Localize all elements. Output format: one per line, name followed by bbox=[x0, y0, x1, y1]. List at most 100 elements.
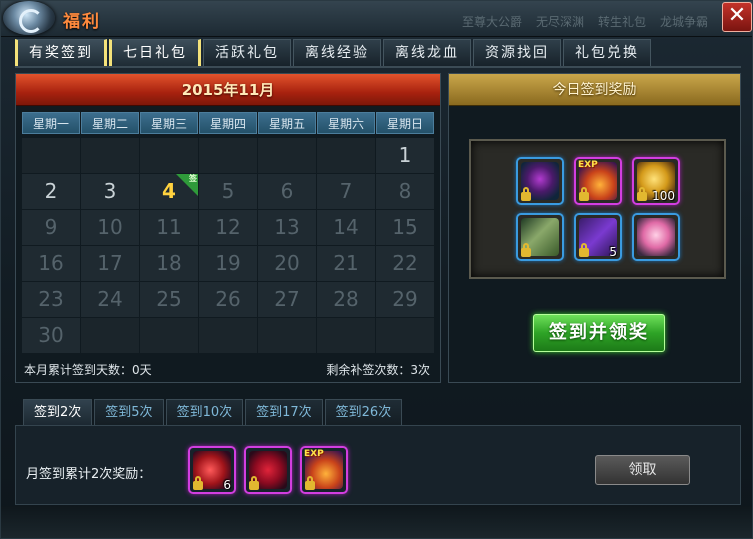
calendar-day[interactable]: 20 bbox=[258, 246, 316, 281]
reward-item-slot[interactable]: 6 bbox=[188, 446, 236, 494]
calendar-day[interactable]: 23 bbox=[22, 282, 80, 317]
calendar-day[interactable]: 11 bbox=[140, 210, 198, 245]
calendar-day[interactable]: 14 bbox=[317, 210, 375, 245]
monthly-sign-count: 本月累计签到天数：0天 bbox=[24, 363, 152, 377]
reward-item-slot[interactable] bbox=[516, 213, 564, 261]
item-quantity: 6 bbox=[223, 478, 231, 492]
main-tab[interactable]: 离线经验 bbox=[293, 39, 381, 66]
calendar-empty-cell bbox=[258, 318, 316, 353]
window-title: 福利 bbox=[63, 12, 101, 32]
cumulative-reward-panel: 月签到累计2次奖励： 6 EXP 领取 bbox=[15, 425, 741, 505]
calendar-panel: 2015年11月 星期一 星期二 星期三 星期四 星期五 星期六 星期日 1234签5678… bbox=[15, 73, 441, 383]
calendar-day[interactable]: 2 bbox=[22, 174, 80, 209]
calendar-empty-cell bbox=[376, 318, 434, 353]
calendar-day[interactable]: 8 bbox=[376, 174, 434, 209]
calendar-day[interactable]: 19 bbox=[199, 246, 257, 281]
background-tab[interactable]: 无尽深渊 bbox=[536, 13, 584, 30]
calendar-day[interactable]: 7 bbox=[317, 174, 375, 209]
calendar-day[interactable]: 16 bbox=[22, 246, 80, 281]
reward-item-slot[interactable] bbox=[244, 446, 292, 494]
daily-reward-items: EXP 100 5 bbox=[516, 157, 682, 261]
background-tab[interactable]: 转生礼包 bbox=[598, 13, 646, 30]
calendar-day[interactable]: 27 bbox=[258, 282, 316, 317]
reward-item-slot[interactable]: 100 bbox=[632, 157, 680, 205]
reward-item-slot[interactable] bbox=[516, 157, 564, 205]
weekday-label: 星期六 bbox=[317, 112, 375, 134]
close-button[interactable]: ✕ bbox=[722, 2, 752, 32]
reward-item-slot[interactable]: EXP bbox=[300, 446, 348, 494]
lock-icon bbox=[305, 476, 315, 490]
background-tab[interactable]: 至尊大公爵 bbox=[462, 13, 522, 30]
calendar-day[interactable]: 13 bbox=[258, 210, 316, 245]
calendar-month-title: 2015年11月 bbox=[16, 74, 440, 106]
exp-tag: EXP bbox=[578, 160, 598, 170]
calendar-day[interactable]: 18 bbox=[140, 246, 198, 281]
calendar-day[interactable]: 1 bbox=[376, 138, 434, 173]
cumulative-tab[interactable]: 签到5次 bbox=[94, 399, 164, 426]
calendar-empty-cell bbox=[258, 138, 316, 173]
remaining-makeup-count: 剩余补签次数：3次 bbox=[326, 363, 430, 377]
calendar-day[interactable]: 21 bbox=[317, 246, 375, 281]
weekday-label: 星期日 bbox=[376, 112, 434, 134]
exp-tag: EXP bbox=[304, 449, 324, 459]
calendar-day[interactable]: 28 bbox=[317, 282, 375, 317]
main-tab[interactable]: 活跃礼包 bbox=[203, 39, 291, 66]
calendar-empty-cell bbox=[81, 138, 139, 173]
background-tabs: 至尊大公爵 无尽深渊 转生礼包 龙城争霸 bbox=[462, 13, 708, 30]
weekday-label: 星期三 bbox=[140, 112, 198, 134]
calendar-day[interactable]: 25 bbox=[140, 282, 198, 317]
daily-reward-box: EXP 100 5 bbox=[469, 139, 726, 279]
calendar-days-grid: 1 2 3 4 签 5 6 7 8 9 10 11 12 13 14 15 16 17 18 19 20 21 22 23 24… bbox=[22, 138, 434, 353]
calendar-empty-cell bbox=[81, 318, 139, 353]
calendar-day[interactable]: 10 bbox=[81, 210, 139, 245]
calendar-empty-cell bbox=[317, 318, 375, 353]
lock-icon bbox=[579, 187, 589, 201]
cumulative-tab[interactable]: 签到17次 bbox=[245, 399, 323, 426]
calendar-day-today[interactable]: 4签 bbox=[140, 174, 198, 209]
cumulative-tab[interactable]: 签到10次 bbox=[165, 399, 244, 426]
cumulative-tab-bar: 签到2次 签到5次 签到10次 签到17次 签到26次 bbox=[23, 399, 403, 426]
background-tab[interactable]: 龙城争霸 bbox=[660, 13, 708, 30]
calendar-day[interactable]: 15 bbox=[376, 210, 434, 245]
cumulative-reward-items: 6 EXP bbox=[188, 446, 348, 494]
cumulative-tab[interactable]: 签到2次 bbox=[23, 399, 93, 426]
reward-item-slot[interactable]: EXP bbox=[574, 157, 622, 205]
calendar-empty-cell bbox=[317, 138, 375, 173]
main-tab[interactable]: 资源找回 bbox=[473, 39, 561, 66]
calendar-day[interactable]: 29 bbox=[376, 282, 434, 317]
sign-and-claim-button[interactable]: 签到并领奖 bbox=[533, 314, 665, 352]
calendar-day[interactable]: 30 bbox=[22, 318, 80, 353]
cumulative-tab[interactable]: 签到26次 bbox=[324, 399, 403, 426]
game-logo-icon bbox=[3, 1, 55, 35]
cumulative-reward-label: 月签到累计2次奖励： bbox=[26, 467, 152, 482]
calendar-day[interactable]: 22 bbox=[376, 246, 434, 281]
main-tab[interactable]: 离线龙血 bbox=[383, 39, 471, 66]
main-tab[interactable]: 有奖签到 bbox=[15, 39, 107, 66]
calendar-day[interactable]: 5 bbox=[199, 174, 257, 209]
title-bar: 福利 至尊大公爵 无尽深渊 转生礼包 龙城争霸 ✕ bbox=[1, 1, 752, 37]
calendar-day[interactable]: 9 bbox=[22, 210, 80, 245]
weekday-label: 星期四 bbox=[199, 112, 257, 134]
weekday-header-row: 星期一 星期二 星期三 星期四 星期五 星期六 星期日 bbox=[22, 112, 434, 134]
reward-item-slot[interactable]: 5 bbox=[574, 213, 622, 261]
calendar-day[interactable]: 26 bbox=[199, 282, 257, 317]
tab-divider bbox=[15, 66, 741, 68]
welfare-window: 福利 至尊大公爵 无尽深渊 转生礼包 龙城争霸 ✕ 有奖签到 七日礼包 活跃礼包 离线… bbox=[0, 0, 753, 539]
main-tab[interactable]: 礼包兑换 bbox=[563, 39, 651, 66]
lock-icon bbox=[249, 476, 259, 490]
sign-flag-text: 签 bbox=[189, 174, 197, 183]
daily-reward-panel: 今日签到奖励 EXP 100 5 签到并领奖 bbox=[448, 73, 741, 383]
calendar-empty-cell bbox=[140, 318, 198, 353]
weekday-label: 星期二 bbox=[81, 112, 139, 134]
item-quantity: 5 bbox=[609, 245, 617, 259]
calendar-day[interactable]: 12 bbox=[199, 210, 257, 245]
reward-item-slot[interactable] bbox=[632, 213, 680, 261]
calendar-day[interactable]: 3 bbox=[81, 174, 139, 209]
calendar-day[interactable]: 6 bbox=[258, 174, 316, 209]
calendar-day[interactable]: 24 bbox=[81, 282, 139, 317]
claim-button[interactable]: 领取 bbox=[595, 455, 690, 485]
main-tab[interactable]: 七日礼包 bbox=[109, 39, 201, 66]
item-quantity: 100 bbox=[652, 189, 675, 203]
pink-flower-icon bbox=[637, 218, 675, 256]
calendar-day[interactable]: 17 bbox=[81, 246, 139, 281]
